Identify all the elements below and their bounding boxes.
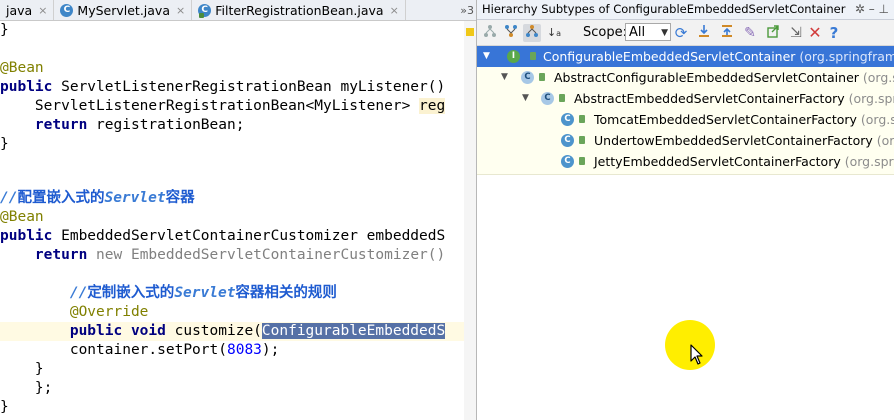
selected-text: ConfigurableEmbeddedS <box>261 323 446 339</box>
close-icon[interactable]: × <box>390 4 399 17</box>
refresh-icon[interactable]: ⟳ <box>672 24 690 42</box>
chevron-down-icon: ▼ <box>661 28 668 38</box>
tree-item-name: AbstractConfigurableEmbeddedServletConta… <box>554 70 859 85</box>
code-line: } <box>0 136 9 152</box>
public-access-icon <box>539 73 545 81</box>
scope-label: Scope: <box>583 25 627 40</box>
class-icon: C <box>198 3 212 18</box>
public-access-icon <box>579 157 585 165</box>
settings-icon[interactable]: ⇲ <box>787 24 805 42</box>
public-access-icon <box>579 115 585 123</box>
code-line: } <box>0 361 44 377</box>
tree-item-name: TomcatEmbeddedServletContainerFactory <box>594 112 857 127</box>
tab-java[interactable]: java × <box>0 0 55 20</box>
hierarchy-tree[interactable]: ▼ I ConfigurableEmbeddedServletContainer… <box>477 46 894 175</box>
tree-item-name: AbstractEmbeddedServletContainerFactory <box>574 91 845 106</box>
code-line: return new EmbeddedServletContainerCusto… <box>34 247 446 263</box>
public-access-icon <box>579 136 585 144</box>
subtypes-hierarchy-icon[interactable] <box>523 24 541 42</box>
code-line: } <box>0 399 9 415</box>
code-line: container.setPort(8083); <box>0 342 280 358</box>
class-icon: C <box>561 155 574 168</box>
code-line: @Bean <box>0 209 44 225</box>
code-editor[interactable]: java × C MyServlet.java × C FilterRegist… <box>0 0 476 420</box>
code-line-current: public void customize(ConfigurableEmbedd… <box>0 322 476 341</box>
code-line: } <box>0 22 9 38</box>
class-hierarchy-icon[interactable] <box>502 24 520 42</box>
tree-item-package: (org.springf <box>844 154 894 169</box>
tree-item-name: JettyEmbeddedServletContainerFactory <box>594 154 841 169</box>
code-line: }; <box>34 380 53 396</box>
tree-item-package: (org.sp <box>876 133 894 148</box>
chevron-down-icon[interactable]: ▼ <box>501 67 508 88</box>
class-icon: C <box>561 134 574 147</box>
public-access-icon <box>530 52 536 60</box>
abstract-class-icon: C <box>541 92 554 105</box>
tab-label: java <box>6 2 33 18</box>
tree-item-package: (org.sprin <box>862 70 894 85</box>
help-icon[interactable]: ? <box>825 24 843 42</box>
tree-item[interactable]: ▼ C AbstractEmbeddedServletContainerFact… <box>477 88 894 109</box>
public-access-icon <box>559 94 565 102</box>
tree-item-name: UndertowEmbeddedServletContainerFactory <box>594 133 873 148</box>
code-line: public EmbeddedServletContainerCustomize… <box>0 228 446 244</box>
close-icon[interactable]: ✕ <box>806 24 824 42</box>
abstract-class-icon: C <box>521 71 534 84</box>
code-line: @Bean <box>0 60 44 76</box>
class-icon: C <box>60 3 74 17</box>
tree-item[interactable]: C TomcatEmbeddedServletContainerFactory … <box>477 109 894 130</box>
tree-item-name: ConfigurableEmbeddedServletContainer <box>543 49 796 64</box>
panel-title: Hierarchy Subtypes of ConfigurableEmbedd… <box>482 2 846 16</box>
tab-filter-registration-bean[interactable]: C FilterRegistrationBean.java × <box>192 0 406 20</box>
tree-item-package: (org.spring <box>860 112 894 127</box>
sort-alphabetically-icon[interactable]: ↓a <box>545 24 563 42</box>
code-line: ServletListenerRegistrationBean<MyListen… <box>0 98 446 114</box>
tree-item[interactable]: C UndertowEmbeddedServletContainerFactor… <box>477 130 894 151</box>
collapse-all-icon[interactable] <box>718 24 736 42</box>
close-icon[interactable]: × <box>176 4 185 17</box>
pin-icon[interactable]: ✎ <box>741 24 759 42</box>
tab-label: FilterRegistrationBean.java <box>215 2 384 18</box>
interface-icon: I <box>507 50 520 63</box>
tree-item-package: (org.springframework <box>799 49 894 64</box>
tree-item-package: (org.spring <box>848 91 894 106</box>
export-icon[interactable] <box>764 24 782 42</box>
code-comment: //定制嵌入式的Servlet容器相关的规则 <box>69 285 337 301</box>
editor-tab-bar: java × C MyServlet.java × C FilterRegist… <box>0 0 476 21</box>
hierarchy-toolbar: ↓a Scope: All ▼ ⟳ ✎ ⇲ ✕ ? <box>477 20 894 46</box>
tree-item[interactable]: C JettyEmbeddedServletContainerFactory (… <box>477 151 894 172</box>
chevron-down-icon[interactable]: ▼ <box>522 88 529 109</box>
code-area[interactable]: } @Bean public ServletListenerRegistrati… <box>0 21 476 420</box>
panel-settings-icon[interactable]: ✲ – ⊥ <box>855 0 889 19</box>
code-line: return registrationBean; <box>34 117 245 133</box>
tree-item[interactable]: ▼ I ConfigurableEmbeddedServletContainer… <box>477 46 894 67</box>
expand-all-icon[interactable] <box>695 24 713 42</box>
warning-marker[interactable] <box>466 28 474 36</box>
editor-marker-gutter[interactable] <box>464 21 476 420</box>
tree-item[interactable]: ▼ C AbstractConfigurableEmbeddedServletC… <box>477 67 894 88</box>
tab-myservlet[interactable]: C MyServlet.java × <box>54 0 193 20</box>
code-line: public ServletListenerRegistrationBean m… <box>0 79 446 95</box>
code-line: @Override <box>69 304 149 320</box>
supertypes-hierarchy-icon[interactable] <box>481 24 499 42</box>
chevron-down-icon[interactable]: ▼ <box>483 46 490 67</box>
tab-overflow-button[interactable]: »3 <box>458 0 476 20</box>
scope-select[interactable]: All ▼ <box>625 23 671 41</box>
panel-header: Hierarchy Subtypes of ConfigurableEmbedd… <box>477 0 894 20</box>
scope-value: All <box>629 25 646 40</box>
mouse-pointer-icon <box>690 344 704 370</box>
close-icon[interactable]: × <box>38 4 47 17</box>
tab-label: MyServlet.java <box>77 2 170 18</box>
code-comment: //配置嵌入式的Servlet容器 <box>0 190 195 206</box>
class-icon: C <box>561 113 574 126</box>
